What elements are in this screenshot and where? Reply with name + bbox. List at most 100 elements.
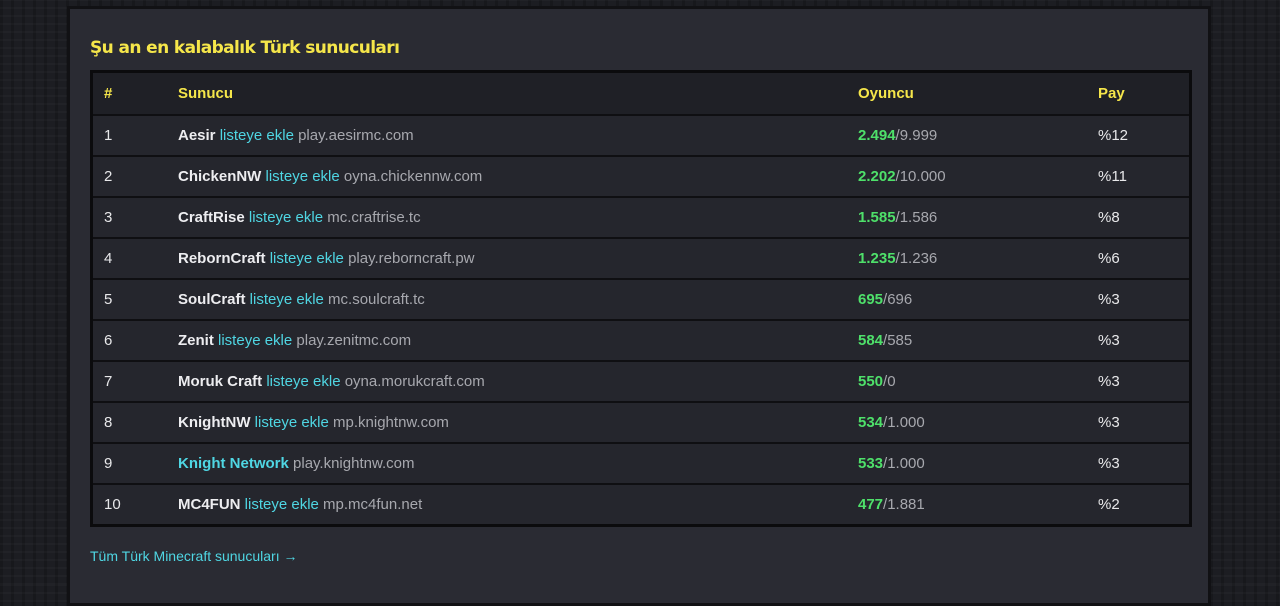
online-count: 533 [858,455,884,472]
server-address: mp.mc4fun.net [323,496,423,513]
rank-cell: 10 [104,496,121,513]
online-count: 550 [858,373,884,390]
servers-table: # Sunucu Oyuncu Pay 1 Aesir listeye ekle … [90,70,1192,527]
add-to-list-link[interactable]: listeye ekle [250,291,324,308]
server-name: KnightNW [178,414,251,431]
server-name: ChickenNW [178,168,262,185]
share-cell: %6 [1098,250,1120,267]
server-name: Aesir [178,127,216,144]
capacity-count: /696 [883,291,913,308]
server-name: Zenit [178,332,214,349]
header-share: Pay [1098,85,1125,102]
table-row: 7 Moruk Craft listeye ekle oyna.morukcraf… [93,362,1189,403]
header-players: Oyuncu [858,85,914,102]
server-cell: KnightNW listeye ekle mp.knightnw.com [178,414,858,431]
section-title: Şu an en kalabalık Türk sunucuları [90,38,400,58]
server-cell: Moruk Craft listeye ekle oyna.morukcraft… [178,373,858,390]
server-name: CraftRise [178,209,245,226]
players-cell: 477/1.881 [858,496,1098,513]
rank-cell: 3 [104,209,113,226]
table-row: 8 KnightNW listeye ekle mp.knightnw.com 53… [93,403,1189,444]
rank-cell: 8 [104,414,113,431]
add-to-list-link[interactable]: listeye ekle [270,250,344,267]
table-header: # Sunucu Oyuncu Pay [93,73,1189,116]
add-to-list-link[interactable]: listeye ekle [266,373,340,390]
capacity-count: /1.236 [895,250,938,267]
table-row: 3 CraftRise listeye ekle mc.craftrise.tc 1… [93,198,1189,239]
server-cell: Zenit listeye ekle play.zenitmc.com [178,332,858,349]
capacity-count: /1.881 [883,496,925,513]
server-address: mc.soulcraft.tc [328,291,425,308]
server-address: oyna.morukcraft.com [344,373,485,390]
players-cell: 2.202/10.000 [858,168,1098,185]
server-name: Moruk Craft [178,373,263,390]
share-cell: %3 [1098,373,1120,390]
table-row: 6 Zenit listeye ekle play.zenitmc.com 584/… [93,321,1189,362]
online-count: 1.585 [858,209,896,226]
server-cell: Aesir listeye ekle play.aesirmc.com [178,127,858,144]
capacity-count: /1.000 [883,414,925,431]
add-to-list-link[interactable]: listeye ekle [266,168,340,185]
table-row: 4 RebornCraft listeye ekle play.reborncra… [93,239,1189,280]
server-address: play.reborncraft.pw [348,250,475,267]
players-cell: 534/1.000 [858,414,1098,431]
add-to-list-link[interactable]: listeye ekle [220,127,294,144]
share-cell: %2 [1098,496,1120,513]
header-rank: # [104,85,113,102]
rank-cell: 2 [104,168,113,185]
table-row: 5 SoulCraft listeye ekle mc.soulcraft.tc 6… [93,280,1189,321]
online-count: 534 [858,414,884,431]
server-address: play.knightnw.com [293,455,415,472]
table-row: 10 MC4FUN listeye ekle mp.mc4fun.net 477/1… [93,485,1189,524]
rank-cell: 1 [104,127,113,144]
rank-cell: 6 [104,332,113,349]
add-to-list-link[interactable]: listeye ekle [249,209,323,226]
server-cell: SoulCraft listeye ekle mc.soulcraft.tc [178,291,858,308]
players-cell: 550/0 [858,373,1098,390]
online-count: 2.494 [858,127,896,144]
table-row: 2 ChickenNW listeye ekle oyna.chickennw.c… [93,157,1189,198]
add-to-list-link[interactable]: listeye ekle [255,414,329,431]
server-address: play.zenitmc.com [296,332,412,349]
server-name: SoulCraft [178,291,246,308]
rank-cell: 7 [104,373,113,390]
rank-cell: 5 [104,291,113,308]
server-cell: RebornCraft listeye ekle play.reborncraf… [178,250,858,267]
table-row: 1 Aesir listeye ekle play.aesirmc.com 2.49… [93,116,1189,157]
server-cell: ChickenNW listeye ekle oyna.chickennw.co… [178,168,858,185]
players-cell: 695/696 [858,291,1098,308]
share-cell: %12 [1098,127,1129,144]
online-count: 2.202 [858,168,896,185]
capacity-count: /9.999 [895,127,938,144]
rank-cell: 4 [104,250,113,267]
capacity-count: /585 [883,332,913,349]
capacity-count: /0 [883,373,896,390]
share-cell: %3 [1098,332,1120,349]
share-cell: %3 [1098,455,1120,472]
players-cell: 584/585 [858,332,1098,349]
online-count: 695 [858,291,884,308]
server-address: mp.knightnw.com [333,414,449,431]
table-row: 9 Knight Network play.knightnw.com 533/1.0… [93,444,1189,485]
server-name[interactable]: Knight Network [178,455,289,472]
share-cell: %11 [1098,168,1127,185]
rank-cell: 9 [104,455,113,472]
capacity-count: /1.586 [895,209,938,226]
add-to-list-link[interactable]: listeye ekle [245,496,319,513]
online-count: 477 [858,496,884,513]
server-cell: CraftRise listeye ekle mc.craftrise.tc [178,209,858,226]
server-cell: Knight Network play.knightnw.com [178,455,858,472]
online-count: 1.235 [858,250,896,267]
server-name: MC4FUN [178,496,241,513]
share-cell: %3 [1098,291,1120,308]
server-cell: MC4FUN listeye ekle mp.mc4fun.net [178,496,858,513]
share-cell: %8 [1098,209,1120,226]
header-server: Sunucu [178,85,233,102]
add-to-list-link[interactable]: listeye ekle [218,332,292,349]
capacity-count: /10.000 [895,168,946,185]
server-name: RebornCraft [178,250,266,267]
players-cell: 533/1.000 [858,455,1098,472]
server-address: mc.craftrise.tc [327,209,421,226]
all-servers-link[interactable]: Tüm Türk Minecraft sunucuları → [90,548,297,564]
server-address: oyna.chickennw.com [343,168,483,185]
